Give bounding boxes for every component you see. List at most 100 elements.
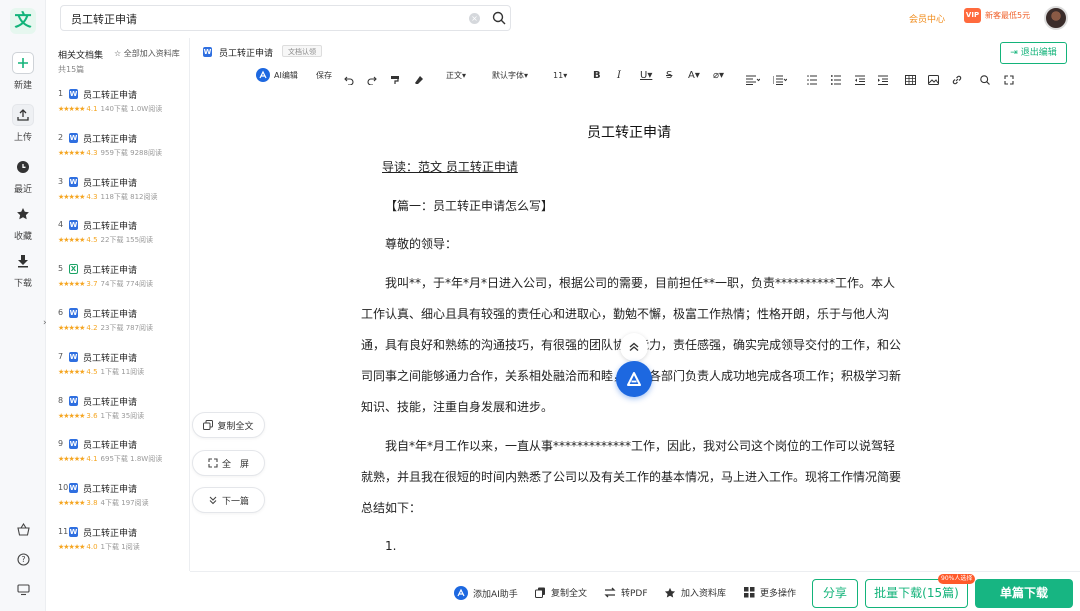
scroll-top-button[interactable] xyxy=(620,333,648,361)
document-greeting: 尊敬的领导： xyxy=(385,237,458,251)
copy-all-button[interactable]: 复制全文 xyxy=(192,412,265,438)
add-ai-assistant-button[interactable]: 添加AI助手 xyxy=(454,586,518,600)
document-list-item: 1. xyxy=(385,539,397,553)
rating-value: 4.3 xyxy=(86,148,98,157)
bottom-copy-all-button[interactable]: 复制全文 xyxy=(535,586,587,599)
download-count: 4下载 xyxy=(100,499,119,508)
caret-down-icon: ▾ xyxy=(462,70,467,80)
rating-value: 4.1 xyxy=(86,455,98,464)
strikethrough-icon[interactable]: S xyxy=(666,66,672,84)
doc-list-item[interactable]: 5 X 员工转正申请 ★★★★★ 3.7 74下载 774阅读 xyxy=(58,262,188,306)
svg-text:?: ? xyxy=(21,555,25,564)
doc-meta: ★★★★★ 4.5 22下载 155阅读 xyxy=(58,235,153,245)
rail-recent[interactable]: 最近 xyxy=(0,156,46,195)
share-button[interactable]: 分享 xyxy=(812,579,858,608)
next-doc-button[interactable]: 下一篇 xyxy=(192,487,265,513)
search-box[interactable]: 员工转正申请 × xyxy=(60,5,511,31)
read-count: 1.0W阅读 xyxy=(130,105,163,113)
bottom-copy-all-label: 复制全文 xyxy=(551,589,588,599)
claim-doc-tag[interactable]: 文档认领 xyxy=(282,45,322,57)
doc-list-item[interactable]: 2 W 员工转正申请 ★★★★★ 4.3 959下载 9288阅读 xyxy=(58,131,188,175)
size-value: 11 xyxy=(553,70,564,80)
paragraph-style-select[interactable]: 正文 ▾ xyxy=(446,66,466,84)
doc-list-item[interactable]: 6 W 员工转正申请 ★★★★★ 4.2 23下载 787阅读 xyxy=(58,306,188,350)
basket-icon[interactable] xyxy=(12,520,34,538)
member-center-link[interactable]: 会员中心 xyxy=(909,12,945,25)
rail-upload[interactable]: 上传 xyxy=(0,104,46,143)
convert-pdf-button[interactable]: 转PDF xyxy=(604,586,648,599)
doc-title: 员工转正申请 xyxy=(83,485,138,496)
rail-downloads[interactable]: 下载 xyxy=(0,250,46,289)
doc-index: 10 xyxy=(58,483,69,493)
fullscreen-button[interactable]: 全 屏 xyxy=(192,450,265,476)
rating-value: 4.3 xyxy=(86,192,98,201)
doc-title: 员工转正申请 xyxy=(83,222,138,233)
doc-meta: ★★★★★ 4.2 23下载 787阅读 xyxy=(58,323,153,333)
avatar[interactable] xyxy=(1044,6,1068,30)
word-file-icon: W xyxy=(69,220,78,231)
underline-icon[interactable]: U▾ xyxy=(640,66,652,84)
doc-list-item[interactable]: 11 W 员工转正申请 ★★★★★ 4.0 1下载 1阅读 xyxy=(58,525,188,569)
editor-toolbar: AI编辑 保存 正文 ▾ 默认字体 ▾ 11 ▾ B I U▾ S A▾ ⌀▾ xyxy=(190,66,1080,86)
double-chevron-down-icon xyxy=(209,496,217,505)
highlight-icon[interactable]: ⌀▾ xyxy=(713,66,724,84)
exit-edit-button[interactable]: ⇥ 退出编辑 xyxy=(1000,42,1067,64)
ai-edit-button[interactable]: AI编辑 xyxy=(256,66,298,84)
doc-title: 员工转正申请 xyxy=(83,570,137,571)
rail-new-label: 新建 xyxy=(13,81,32,91)
doc-list-item[interactable]: 3 W 员工转正申请 ★★★★★ 4.3 118下载 812阅读 xyxy=(58,175,188,219)
caret-down-icon: ▾ xyxy=(524,70,529,80)
single-download-button[interactable]: 单篇下载 xyxy=(975,579,1073,608)
more-actions-button[interactable]: 更多操作 xyxy=(744,586,796,599)
font-size-select[interactable]: 11 ▾ xyxy=(553,66,567,84)
word-file-icon: W xyxy=(203,47,212,57)
gift-icon: VIP xyxy=(964,8,981,23)
double-chevron-up-icon xyxy=(629,342,639,352)
rating-stars: ★★★★★ xyxy=(58,236,85,245)
italic-icon[interactable]: I xyxy=(617,66,621,84)
download-count: 695下载 xyxy=(100,455,128,464)
font-color-icon[interactable]: A▾ xyxy=(688,66,700,84)
rail-recent-label: 最近 xyxy=(13,185,32,195)
word-file-icon: W xyxy=(69,439,78,450)
help-icon[interactable]: ? xyxy=(12,550,34,568)
doc-list-item[interactable]: 8 W 员工转正申请 ★★★★★ 3.6 1下载 35阅读 xyxy=(58,394,188,438)
rating-value: 3.7 xyxy=(86,280,98,289)
rail-new[interactable]: 新建 xyxy=(0,52,46,91)
download-count: 1下载 xyxy=(100,543,119,551)
doc-list-item[interactable]: 12W员工转正申请 xyxy=(58,569,188,571)
bold-icon[interactable]: B xyxy=(593,66,601,84)
doc-index: 2 xyxy=(58,132,64,142)
doc-index: 9 xyxy=(58,439,64,449)
download-count: 1下载 xyxy=(100,411,119,420)
doc-list-item[interactable]: 10 W 员工转正申请 ★★★★★ 3.8 4下载 197阅读 xyxy=(58,481,188,525)
search-input[interactable]: 员工转正申请 xyxy=(71,11,137,27)
ai-assistant-float-button[interactable] xyxy=(616,361,652,397)
rail-favorites[interactable]: 收藏 xyxy=(0,203,46,242)
save-button[interactable]: 保存 xyxy=(316,66,332,84)
device-icon[interactable] xyxy=(12,580,34,598)
more-actions-label: 更多操作 xyxy=(760,589,797,599)
doc-meta: ★★★★★ 4.1 140下载 1.0W阅读 xyxy=(58,104,162,114)
new-user-promo[interactable]: VIP 新客最低5元 xyxy=(964,8,1030,23)
font-family-select[interactable]: 默认字体 ▾ xyxy=(492,66,528,84)
download-count: 959下载 xyxy=(100,148,128,157)
doc-index: 7 xyxy=(58,351,64,361)
add-all-to-library[interactable]: ☆ 全部加入资料库 xyxy=(114,48,180,59)
app-logo[interactable]: 文 xyxy=(10,8,36,34)
batch-popular-badge: 90%人选择 xyxy=(938,574,976,584)
download-count: 1下载 xyxy=(100,367,119,376)
doc-list-item[interactable]: 4 W 员工转正申请 ★★★★★ 4.5 22下载 155阅读 xyxy=(58,218,188,262)
doc-list-item[interactable]: 1 W 员工转正申请 ★★★★★ 4.1 140下载 1.0W阅读 xyxy=(58,87,188,131)
collapse-sidebar-icon[interactable]: › xyxy=(43,318,51,332)
doc-list-item[interactable]: 7 W 员工转正申请 ★★★★★ 4.5 1下载 11阅读 xyxy=(58,350,188,394)
add-to-library-button[interactable]: 加入资料库 xyxy=(664,586,726,599)
clear-icon[interactable]: × xyxy=(469,13,480,24)
copy-all-label: 复制全文 xyxy=(217,421,254,432)
doc-list-item[interactable]: 9 W 员工转正申请 ★★★★★ 4.1 695下载 1.8W阅读 xyxy=(58,437,188,481)
word-file-icon: W xyxy=(69,395,78,406)
doc-meta: ★★★★★ 3.6 1下载 35阅读 xyxy=(58,411,144,421)
ai-logo-icon xyxy=(627,372,641,386)
search-icon[interactable] xyxy=(492,11,506,25)
document-title: 员工转正申请 xyxy=(587,125,671,141)
